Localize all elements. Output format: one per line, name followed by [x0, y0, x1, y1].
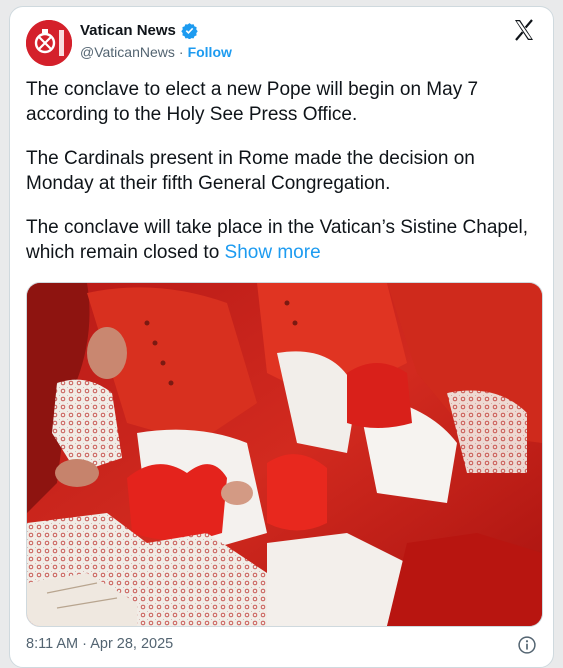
- tweet-media-image[interactable]: [26, 282, 543, 627]
- tweet-paragraph-3: The conclave will take place in the Vati…: [26, 215, 541, 265]
- separator-dot: ·: [178, 44, 184, 60]
- info-icon[interactable]: [517, 635, 537, 655]
- show-more-link[interactable]: Show more: [225, 242, 321, 263]
- follow-button[interactable]: Follow: [188, 44, 232, 60]
- author-handle[interactable]: @VaticanNews: [80, 44, 175, 60]
- tweet-card[interactable]: Vatican News @VaticanNews · Follow The c…: [9, 6, 554, 668]
- author-name-row: Vatican News: [80, 22, 198, 39]
- tweet-paragraph-1: The conclave to elect a new Pope will be…: [26, 79, 479, 125]
- tweet-timestamp[interactable]: 8:11 AM · Apr 28, 2025: [26, 636, 173, 652]
- tweet-text: The conclave to elect a new Pope will be…: [26, 77, 541, 284]
- author-display-name[interactable]: Vatican News: [80, 22, 176, 39]
- author-handle-row: @VaticanNews · Follow: [80, 44, 232, 60]
- verified-badge-icon: [181, 23, 198, 39]
- vatican-news-logo-icon: [26, 20, 72, 66]
- tweet-paragraph-2: The Cardinals present in Rome made the d…: [26, 148, 475, 194]
- avatar[interactable]: [26, 20, 72, 66]
- x-logo-icon[interactable]: [512, 18, 536, 42]
- cardinals-photo: [27, 283, 542, 626]
